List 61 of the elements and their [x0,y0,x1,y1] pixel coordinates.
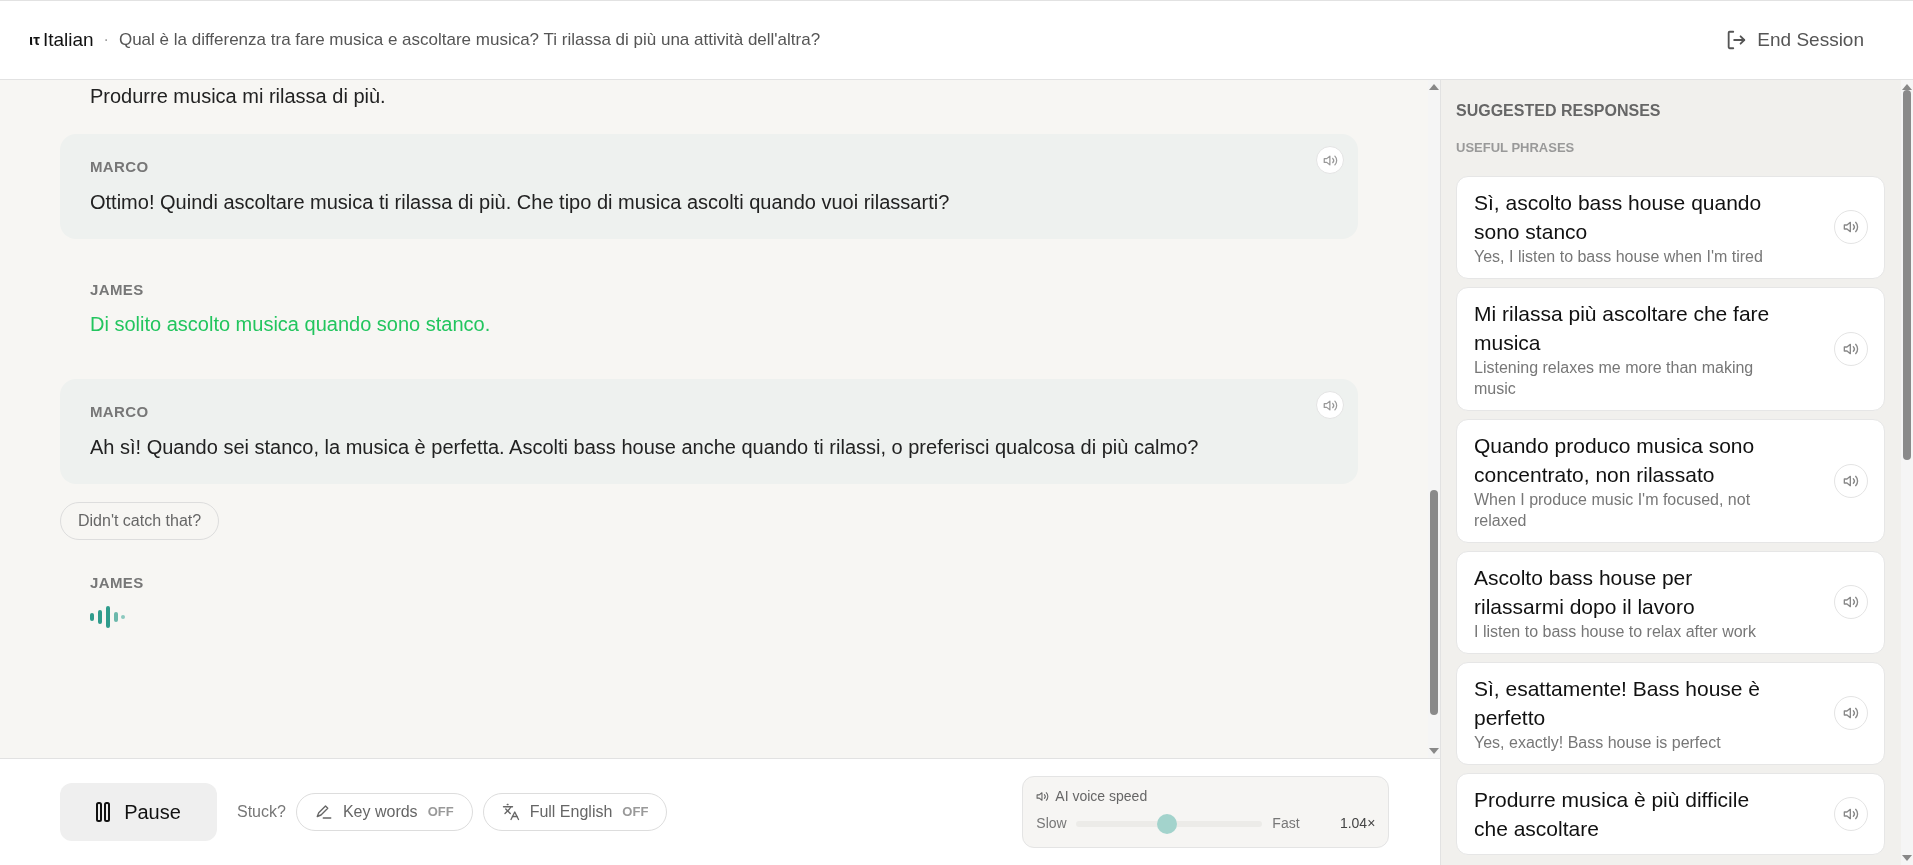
phrase-text: Ascolto bass house per rilassarmi dopo il lavoro [1474,564,1696,620]
message-text: Produrre musica mi rilassa di più. [90,84,386,108]
phrase-card[interactable]: Quando produco musica sono concentrato, non rilassato When I produce music I'm focused, not relaxed [1456,418,1885,543]
panel-title: SUGGESTED RESPONSES [1456,101,1661,121]
phrase-card[interactable]: Ascolto bass house per rilassarmi dopo il lavoro I listen to bass house to relax after work [1456,550,1885,654]
phrase-card[interactable]: Produrre musica è più difficile che ascoltare [1456,772,1885,855]
fast-label: Fast [1272,814,1300,833]
translation-text: Yes, I listen to bass house when I'm tired [1474,246,1764,267]
separator: · [103,30,109,50]
didnt-catch-button[interactable]: Didn't catch that? [60,501,220,540]
play-audio-button[interactable] [1316,146,1344,174]
phrase-text: Mi rilassa più ascoltare che fare musica [1474,300,1771,356]
stuck-label: Stuck? [237,802,286,822]
translation-text: I listen to bass house to relax after work [1474,621,1757,642]
play-audio-button[interactable] [1834,331,1868,366]
speaker-name: MARCO [90,157,149,177]
speaker-icon [1843,705,1859,721]
phrase-text: Quando produco musica sono concentrato, non rilassato [1474,432,1756,488]
translation-text: Listening relaxes me more than making music [1474,357,1755,399]
toggle-button[interactable]: Full English OFF [482,793,668,831]
speaker-icon [1843,594,1859,610]
end-session-button[interactable]: End Session [1725,25,1864,55]
speaker-name: JAMES [90,572,144,593]
phrase-text: Produrre musica è più difficile che ascoltare [1474,786,1751,842]
speaker-icon [1843,219,1859,235]
translate-icon [501,803,520,821]
topic-text: Qual è la differenza tra fare musica e ascoltare musica? Ti rilassa di più una attività dell'altra? [118,29,821,52]
pen-icon [314,803,333,821]
speaker-name: MARCO [90,402,149,422]
toggle-button[interactable]: Key words OFF [295,793,473,831]
speaker-name: JAMES [90,279,144,300]
phrase-card[interactable]: Sì, esattamente! Bass house è perfetto Yes, exactly! Bass house is perfect [1456,661,1885,765]
panel-subtitle: USEFUL PHRASES [1456,139,1575,157]
scrollbar[interactable] [1901,80,1913,865]
play-audio-button[interactable] [1834,796,1868,831]
play-audio-button[interactable] [1834,585,1868,619]
play-audio-button[interactable] [1834,463,1868,498]
phrase-text: Sì, esattamente! Bass house è perfetto [1474,675,1761,731]
speaker-icon [1036,790,1050,803]
pause-icon [96,802,111,822]
phrase-card[interactable]: Sì, ascolto bass house quando sono stanco Yes, I listen to bass house when I'm tired [1456,175,1885,279]
phrase-text: Sì, ascolto bass house quando sono stanco [1474,189,1763,245]
phrase-card[interactable]: Mi rilassa più ascoltare che fare musica Listening relaxes me more than making music [1456,286,1885,411]
translation-text: Yes, exactly! Bass house is perfect [1474,732,1722,753]
pause-button[interactable]: Pause [60,783,217,841]
play-audio-button[interactable] [1834,696,1868,730]
message-text: Ah sì! Quando sei stanco, la musica è perfetta. Ascolti bass house anche quando ti rilassi, o preferisci qualcosa di più calmo? [90,434,1199,460]
language-name: Italian [42,27,94,52]
slow-label: Slow [1036,814,1068,833]
message-text: Ottimo! Quindi ascoltare musica ti rilassa di più. Che tipo di musica ascolti quando vuoi rilassarti? [90,189,950,215]
play-audio-button[interactable] [1834,210,1868,244]
translation-text: When I produce music I'm focused, not relaxed [1474,489,1752,531]
speed-reading: 1.04× [1339,814,1376,833]
voice-speed-title: AI voice speed [1055,787,1148,806]
slider-thumb[interactable] [1157,813,1178,834]
message-text: Di solito ascolto musica quando sono stanco. [90,312,491,337]
exit-icon [1725,29,1748,51]
play-audio-button[interactable] [1316,391,1344,419]
waveform-icon [90,606,126,628]
speed-slider[interactable] [1076,813,1263,834]
language-mark: ιτ [29,29,40,50]
